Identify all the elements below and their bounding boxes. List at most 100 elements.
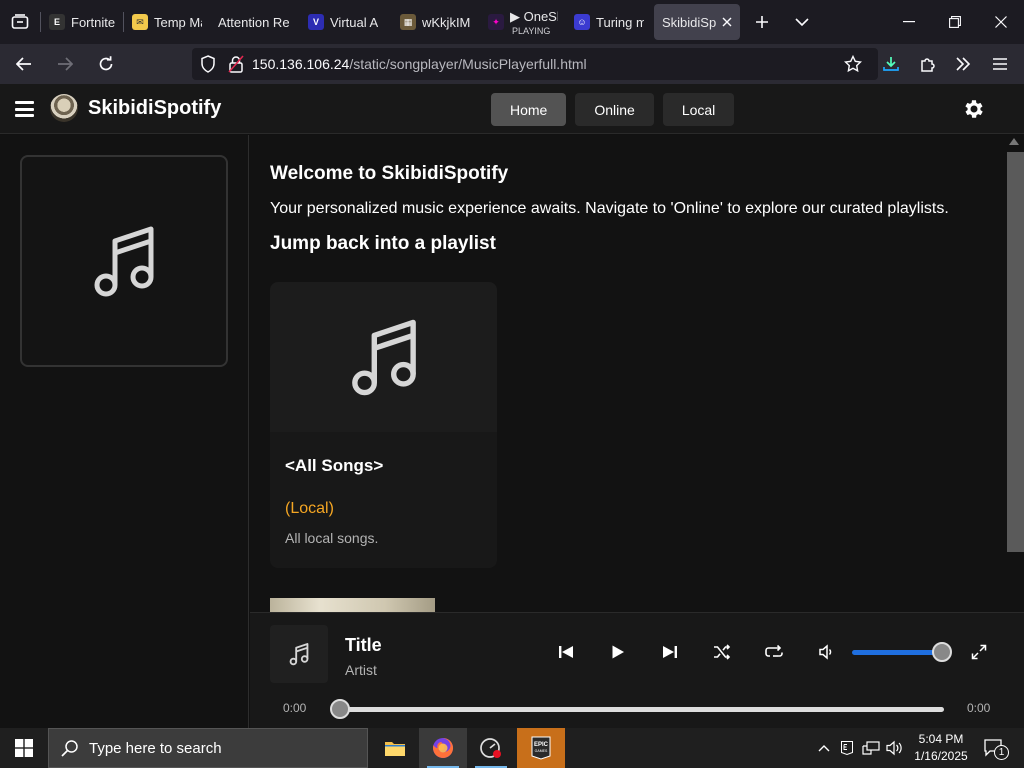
seek-knob[interactable]	[330, 699, 350, 719]
tray-epic-games[interactable]	[838, 728, 856, 768]
skip-back-icon	[559, 646, 573, 658]
tab-skibidispotify[interactable]: SkibidiSpo	[654, 4, 740, 40]
svg-text:EPIC: EPIC	[534, 742, 549, 748]
app-logo	[50, 94, 78, 122]
clock[interactable]: 5:04 PM 1/16/2025	[906, 731, 976, 765]
repeat-button[interactable]	[761, 639, 787, 665]
reload-button[interactable]	[88, 48, 124, 80]
nav-home[interactable]: Home	[491, 93, 567, 126]
arrow-left-icon	[16, 57, 31, 71]
volume-knob[interactable]	[932, 642, 952, 662]
insecure-lock-icon[interactable]	[228, 55, 244, 73]
download-icon	[883, 57, 899, 71]
main-nav: Home Online Local	[491, 93, 735, 126]
image-icon: ▦	[400, 14, 416, 30]
tab-temp-mail[interactable]: ✉ Temp Ma	[124, 4, 210, 40]
extensions-button[interactable]	[912, 48, 944, 80]
previous-button[interactable]	[553, 639, 579, 665]
taskbar-search[interactable]: Type here to search	[48, 728, 368, 768]
player-art	[270, 625, 328, 683]
tab-title: Virtual A	[330, 14, 379, 30]
close-tab-icon[interactable]	[722, 17, 732, 27]
epic-games-launcher-button[interactable]: EPIC GAMES	[517, 728, 565, 768]
address-bar[interactable]: 150.136.106.24/static/songplayer/MusicPl…	[192, 48, 878, 80]
shuffle-button[interactable]	[709, 639, 735, 665]
star-icon[interactable]	[844, 55, 862, 73]
playlist-card[interactable]: <All Songs> (Local) All local songs.	[270, 282, 497, 568]
current-time: 0:00	[283, 701, 307, 715]
speaker-icon	[819, 644, 832, 660]
scrollbar-thumb[interactable]	[1007, 152, 1024, 552]
volume-slider[interactable]	[852, 650, 942, 655]
puzzle-icon	[921, 58, 935, 72]
track-title: Title	[345, 635, 382, 655]
tab-turing[interactable]: ☺ Turing m	[566, 4, 652, 40]
seek-bar[interactable]	[340, 707, 944, 712]
nav-local[interactable]: Local	[662, 93, 735, 126]
list-all-tabs-button[interactable]	[0, 0, 40, 44]
network-button[interactable]	[860, 728, 882, 768]
start-button[interactable]	[0, 728, 48, 768]
app-brand: SkibidiSpotify	[88, 97, 222, 119]
epic-games-icon: EPICGAMES	[531, 736, 551, 760]
url-text: 150.136.106.24/static/songplayer/MusicPl…	[252, 56, 587, 72]
gear-icon[interactable]	[962, 97, 986, 121]
shuffle-icon	[714, 644, 731, 660]
url-host: 150.136.106.24	[252, 56, 350, 72]
forward-button[interactable]	[47, 48, 83, 80]
tab-attention[interactable]: Attention Re	[210, 4, 300, 40]
close-icon	[995, 16, 1007, 28]
tab-title: Fortnite |	[71, 14, 115, 30]
play-icon	[612, 645, 624, 659]
file-explorer-button[interactable]	[371, 728, 419, 768]
playlist-art	[270, 282, 497, 432]
player-bar: Title Artist 0:00 0:00	[250, 612, 1024, 728]
playlist-thumbnail[interactable]	[270, 598, 435, 612]
play-button[interactable]	[605, 639, 631, 665]
tab-fortnite[interactable]: E Fortnite |	[41, 4, 123, 40]
tab-overflow-button[interactable]	[782, 0, 822, 44]
more-tools-button[interactable]	[947, 48, 979, 80]
firefox-button[interactable]	[419, 728, 467, 768]
nav-online[interactable]: Online	[575, 93, 654, 126]
minimize-button[interactable]	[886, 0, 932, 44]
music-note-icon	[289, 643, 309, 666]
turing-icon: ☺	[574, 14, 590, 30]
tab-oneshot[interactable]: ✦ ▶ OneSh PLAYING	[480, 4, 566, 40]
browser-tab-strip: E Fortnite | ✉ Temp Ma Attention Re V Vi…	[0, 0, 1024, 44]
shield-icon[interactable]	[200, 55, 216, 73]
playlist-name: <All Songs>	[285, 456, 384, 475]
main-content: Welcome to SkibidiSpotify Your personali…	[250, 135, 1006, 612]
minimize-icon	[903, 21, 915, 23]
welcome-title: Welcome to SkibidiSpotify	[270, 163, 509, 184]
tab-virtual[interactable]: V Virtual A	[300, 4, 392, 40]
scroll-up-arrow-icon[interactable]	[1009, 138, 1019, 145]
tab-title: Attention Re	[218, 14, 290, 30]
app-menu-button[interactable]	[984, 48, 1016, 80]
back-button[interactable]	[6, 48, 42, 80]
volume-icon	[886, 740, 902, 756]
recorder-button[interactable]	[467, 728, 515, 768]
search-icon	[61, 740, 78, 757]
tab-title: ▶ OneSh	[510, 9, 558, 24]
reload-icon	[99, 56, 113, 71]
notifications-button[interactable]: 1	[980, 728, 1009, 768]
tab-image[interactable]: ▦ wKkjkIM	[392, 4, 480, 40]
menu-icon	[993, 58, 1007, 70]
duration: 0:00	[967, 701, 991, 715]
close-window-button[interactable]	[978, 0, 1024, 44]
expand-icon	[971, 644, 987, 660]
fullscreen-button[interactable]	[966, 639, 992, 665]
restore-button[interactable]	[932, 0, 978, 44]
next-button[interactable]	[657, 639, 683, 665]
taskbar: Type here to search EPIC GAMES 5:04 PM 1/…	[0, 728, 1024, 768]
tab-title: Temp Ma	[154, 14, 202, 30]
new-tab-button[interactable]	[742, 0, 782, 44]
show-hidden-icons-button[interactable]	[812, 728, 836, 768]
folder-icon	[385, 742, 405, 756]
volume-button[interactable]	[884, 728, 906, 768]
downloads-button[interactable]	[875, 48, 907, 80]
hamburger-menu-icon[interactable]	[15, 101, 34, 117]
mute-button[interactable]	[813, 639, 839, 665]
repeat-icon	[765, 644, 783, 657]
